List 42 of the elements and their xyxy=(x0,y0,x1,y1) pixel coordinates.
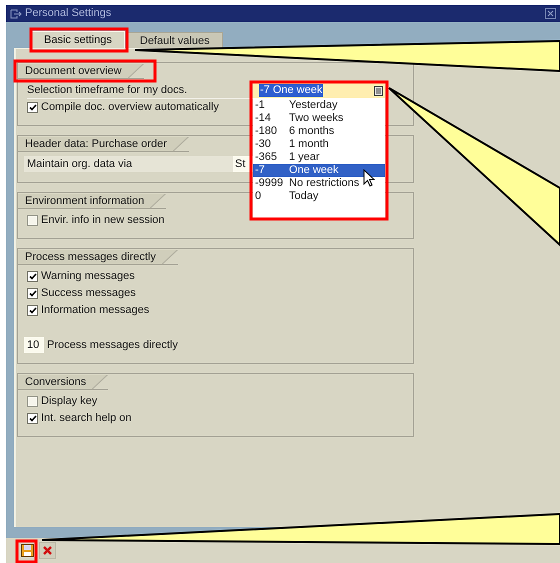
window-title: Personal Settings xyxy=(25,6,112,22)
group-title: Header data: Purchase order xyxy=(18,136,189,152)
dropdown-option[interactable]: -9999 No restrictions xyxy=(253,177,385,190)
field-label: Process messages directly xyxy=(47,338,178,353)
highlight-frame xyxy=(16,540,38,563)
close-icon[interactable] xyxy=(545,8,556,19)
dropdown-option[interactable]: -180 6 months xyxy=(253,125,385,138)
dropdown-option[interactable]: -1 Yesterday xyxy=(253,99,385,112)
cancel-button[interactable] xyxy=(39,542,56,559)
save-button[interactable] xyxy=(19,542,36,559)
checkbox[interactable] xyxy=(27,413,38,424)
group-title: Conversions xyxy=(18,375,108,390)
checkbox-label: Compile doc. overview automatically xyxy=(41,100,219,116)
group-title: Process messages directly xyxy=(18,250,178,264)
field-label: Maintain org. data via xyxy=(24,156,233,172)
checkbox-label: Display key xyxy=(41,394,98,410)
input-field[interactable]: 10 xyxy=(24,337,44,353)
field-label: Selection timeframe for my docs. xyxy=(27,82,253,100)
close-icon xyxy=(42,545,53,556)
checkbox[interactable] xyxy=(27,288,38,298)
dropdown-field[interactable]: -7 One week xyxy=(253,83,385,98)
tab[interactable]: Default values xyxy=(126,32,223,48)
checkbox-label: Envir. info in new session xyxy=(41,213,165,228)
checkbox-label: Int. search help on xyxy=(41,411,132,426)
checkbox-label: Success messages xyxy=(41,286,136,301)
dropdown-option[interactable]: 0 Today xyxy=(253,190,385,203)
group-title: Environment information xyxy=(18,194,166,209)
window-icon xyxy=(10,8,22,18)
dropdown-option[interactable]: -7 One week xyxy=(253,164,385,177)
dropdown-option[interactable]: -30 1 month xyxy=(253,138,385,151)
checkbox-label: Information messages xyxy=(41,302,150,318)
checkbox[interactable] xyxy=(27,215,38,226)
checkbox[interactable] xyxy=(27,102,38,113)
dropdown-option[interactable]: -14 Two weeks xyxy=(253,112,385,125)
checkbox[interactable] xyxy=(27,304,38,316)
checkbox-label: Warning messages xyxy=(41,268,135,284)
tab[interactable]: Basic settings xyxy=(31,31,125,48)
group-title: Document overview xyxy=(18,64,144,79)
checkbox[interactable] xyxy=(27,270,38,282)
checkbox[interactable] xyxy=(27,396,38,407)
list-icon[interactable] xyxy=(374,86,383,96)
cursor-icon xyxy=(363,169,375,187)
